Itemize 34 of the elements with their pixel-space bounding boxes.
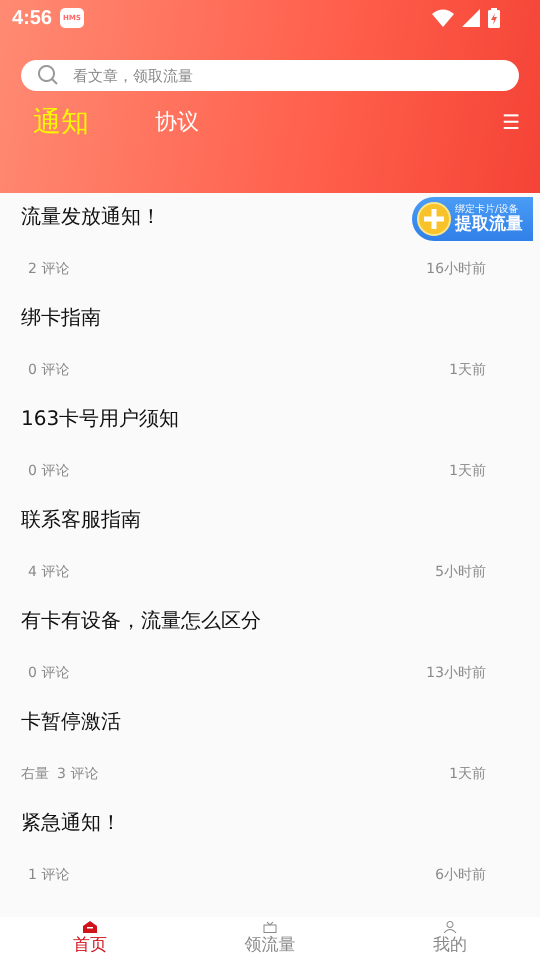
article-tag: 右量 <box>21 764 49 782</box>
nav-tab[interactable]: 我的 <box>360 917 540 960</box>
article-time: 16小时前 <box>426 260 486 278</box>
comment-count: 0 评论 <box>27 360 70 378</box>
article-title[interactable]: 有卡有设备，流量怎么区分 <box>0 597 265 647</box>
comment-count: 4 评论 <box>27 562 70 580</box>
comment-count: 1 评论 <box>27 866 70 884</box>
article-title[interactable]: 绑卡指南 <box>0 294 105 344</box>
article-time: 5小时前 <box>435 562 486 580</box>
article-time: 1天前 <box>449 764 486 782</box>
status-time: 4:56 <box>12 6 52 30</box>
comment-count: 0 评论 <box>27 462 70 480</box>
search-field[interactable]: 看文章，领取流量 <box>21 60 519 91</box>
nav-tab[interactable]: 领流量 <box>180 917 360 960</box>
article-title[interactable]: 紧急通知！ <box>0 799 125 849</box>
battery-icon <box>488 8 500 28</box>
article-title[interactable]: 163卡号用户须知 <box>0 395 184 445</box>
person-icon <box>443 921 457 933</box>
article-time: 6小时前 <box>435 866 486 884</box>
article-time: 1天前 <box>449 462 486 480</box>
article-title[interactable]: 流量发放通知！ <box>0 193 165 243</box>
home-icon <box>83 921 97 933</box>
article-title[interactable]: 卡暂停激活 <box>0 698 125 748</box>
article-time: 13小时前 <box>426 664 486 682</box>
signal-icon <box>462 9 480 27</box>
plus-icon <box>417 202 451 236</box>
comment-count: 0 评论 <box>27 664 70 682</box>
nav-tab[interactable]: 首页 <box>0 917 180 960</box>
article-title[interactable]: 联系客服指南 <box>0 496 145 546</box>
wifi-icon <box>432 9 454 27</box>
article-time: 1天前 <box>449 360 486 378</box>
comment-count: 3 评论 <box>57 764 98 782</box>
menu-icon[interactable]: ☰ <box>502 110 520 134</box>
comment-count: 2 评论 <box>27 260 70 278</box>
